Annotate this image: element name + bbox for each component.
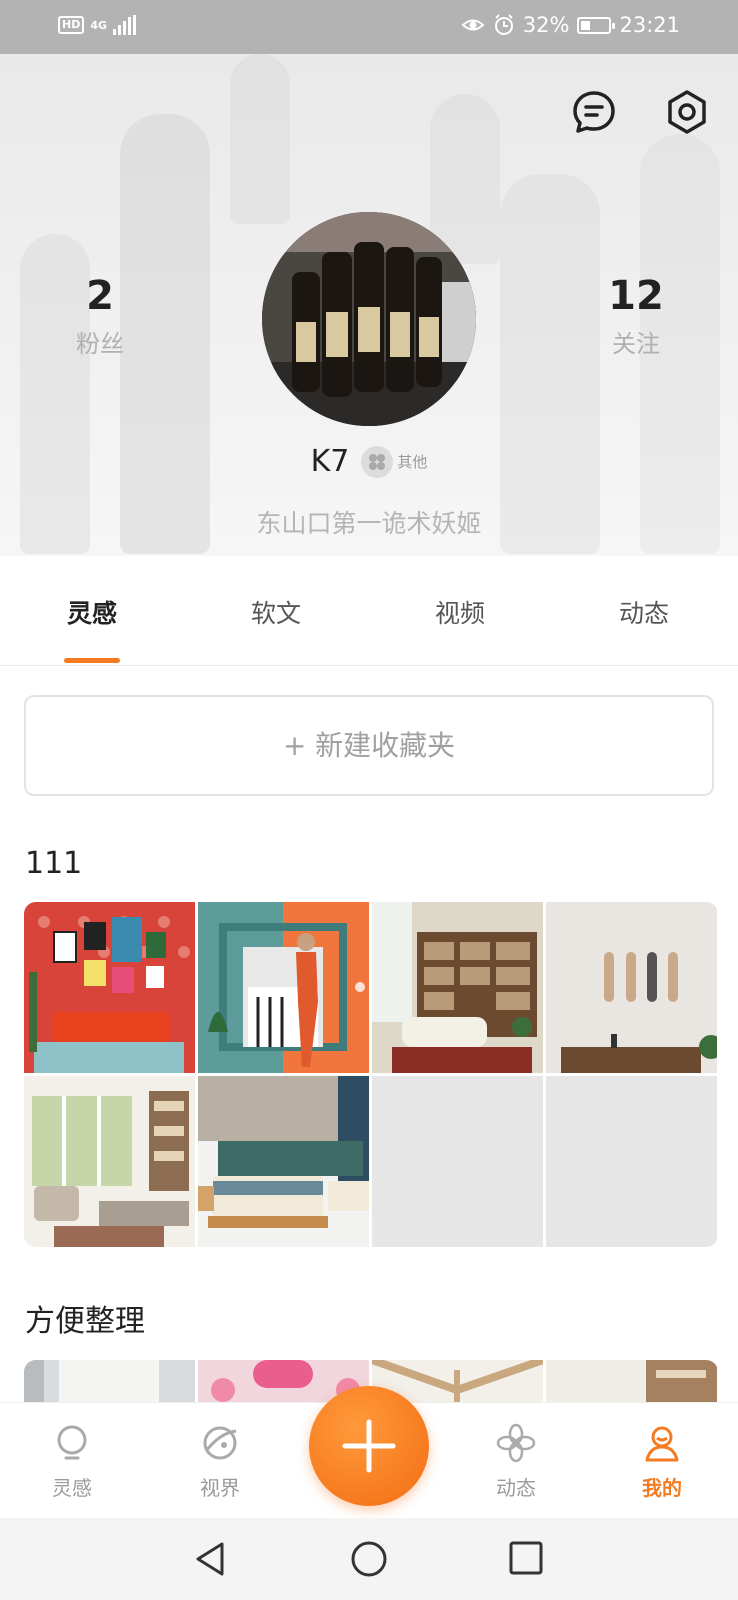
following-count: 12 (608, 273, 664, 319)
plus-icon (342, 1419, 396, 1473)
collection-thumbnail[interactable] (372, 902, 543, 1073)
nav-mine-label: 我的 (642, 1476, 682, 1500)
nav-vision-label: 视界 (200, 1476, 240, 1500)
planet-icon (203, 1426, 237, 1460)
followers-label: 粉丝 (76, 330, 124, 358)
category-label: 其他 (397, 453, 428, 471)
following-label: 关注 (612, 330, 660, 358)
status-bar: HD 4G 32% 23:21 (0, 0, 738, 54)
network-type: 4G (90, 18, 108, 32)
tab-articles[interactable]: 软文 (184, 556, 368, 664)
collection-thumbnail[interactable] (24, 1360, 195, 1402)
nav-inspiration-label: 灵感 (52, 1476, 92, 1500)
collection-title[interactable]: 方便整理 (25, 1296, 145, 1340)
collection-thumbnail[interactable] (24, 902, 195, 1073)
category-tag[interactable]: 其他 (361, 445, 428, 478)
new-folder-button[interactable]: + 新建收藏夹 (24, 695, 714, 796)
home-icon[interactable] (350, 1540, 388, 1578)
followers-stat[interactable]: 2 粉丝 (40, 272, 160, 359)
active-tab-indicator (64, 658, 120, 663)
battery-percent: 32% (522, 13, 570, 37)
following-stat[interactable]: 12 关注 (576, 272, 696, 359)
nav-moments-label: 动态 (496, 1476, 536, 1500)
followers-count: 2 (86, 273, 114, 319)
eye-comfort-icon (461, 19, 485, 31)
signal-icon (113, 15, 137, 35)
lightbulb-icon (57, 1425, 87, 1460)
collection-title[interactable]: 111 (25, 846, 82, 881)
profile-header: 2 粉丝 12 关注 K7 其他 东山口第一诡术妖姬 (0, 54, 738, 556)
tab-videos[interactable]: 视频 (368, 556, 552, 664)
user-icon (645, 1426, 679, 1462)
nav-moments[interactable]: 动态 (466, 1423, 566, 1501)
nav-vision[interactable]: 视界 (170, 1423, 270, 1501)
hd-icon: HD (58, 16, 85, 34)
nav-inspiration[interactable]: 灵感 (22, 1423, 122, 1501)
collection-thumbnail[interactable] (198, 1076, 369, 1247)
system-navigation (0, 1518, 738, 1600)
collection-thumbnail[interactable] (546, 1360, 717, 1402)
bio: 东山口第一诡术妖姬 (256, 509, 482, 538)
content-tabs: 灵感 软文 视频 动态 (0, 556, 738, 666)
battery-icon (577, 16, 616, 34)
nav-mine[interactable]: 我的 (612, 1423, 712, 1501)
username: K7 (310, 444, 350, 479)
clock: 23:21 (619, 13, 680, 37)
collection-thumbnail[interactable] (546, 902, 717, 1073)
category-icon (361, 445, 394, 478)
avatar[interactable] (262, 212, 476, 426)
settings-icon[interactable] (663, 88, 711, 136)
back-icon[interactable] (192, 1540, 228, 1578)
recents-icon[interactable] (508, 1540, 544, 1576)
tab-moments[interactable]: 动态 (552, 556, 736, 664)
collection-thumbnail-empty (546, 1076, 717, 1247)
create-post-button[interactable] (309, 1386, 429, 1506)
collection-thumbnail-empty (372, 1076, 543, 1247)
flower-icon (496, 1423, 536, 1463)
message-icon[interactable] (570, 88, 618, 136)
tab-inspiration[interactable]: 灵感 (0, 556, 184, 664)
collection-thumbnail[interactable] (24, 1076, 195, 1247)
collection-grid[interactable] (24, 902, 718, 1247)
alarm-icon (494, 14, 513, 35)
collection-thumbnail[interactable] (198, 902, 369, 1073)
